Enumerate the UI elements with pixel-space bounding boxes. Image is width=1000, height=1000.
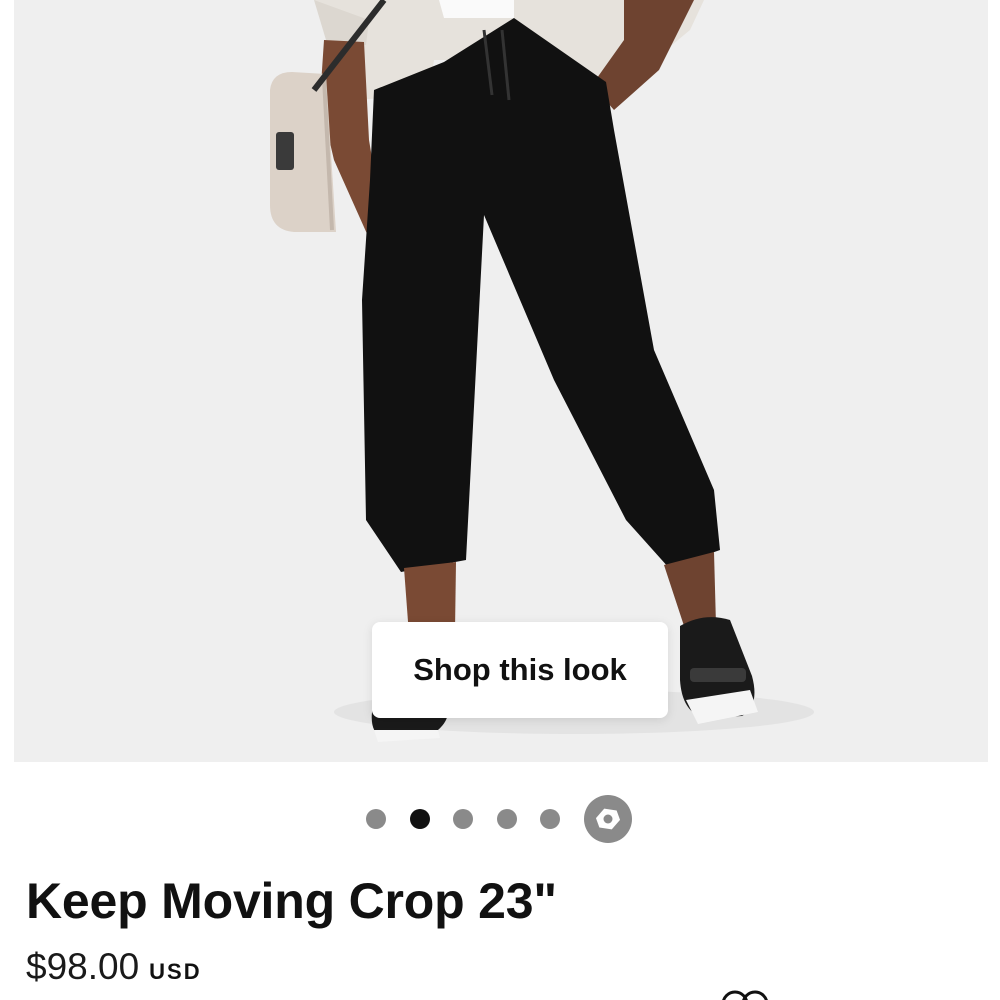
- shop-this-look-button[interactable]: Shop this look: [372, 622, 668, 718]
- price-currency: USD: [149, 959, 202, 984]
- price-row: $98.00 USD: [26, 946, 202, 988]
- tag-icon: [595, 808, 620, 830]
- carousel-dot-5[interactable]: [540, 809, 560, 829]
- product-image[interactable]: Shop this look: [14, 0, 988, 762]
- image-carousel-pagination: [366, 794, 632, 844]
- cut-off-icons: [722, 990, 768, 1000]
- product-page: Shop this look Keep Moving Crop 23" $98.…: [0, 0, 1000, 1000]
- carousel-dot-4[interactable]: [496, 809, 517, 829]
- product-title: Keep Moving Crop 23": [26, 873, 557, 929]
- carousel-dot-2-active[interactable]: [409, 809, 430, 829]
- shop-look-tag-button[interactable]: [583, 795, 632, 843]
- carousel-dot-1[interactable]: [366, 809, 386, 829]
- carousel-dot-3[interactable]: [453, 809, 473, 829]
- product-price: $98.00: [26, 946, 140, 987]
